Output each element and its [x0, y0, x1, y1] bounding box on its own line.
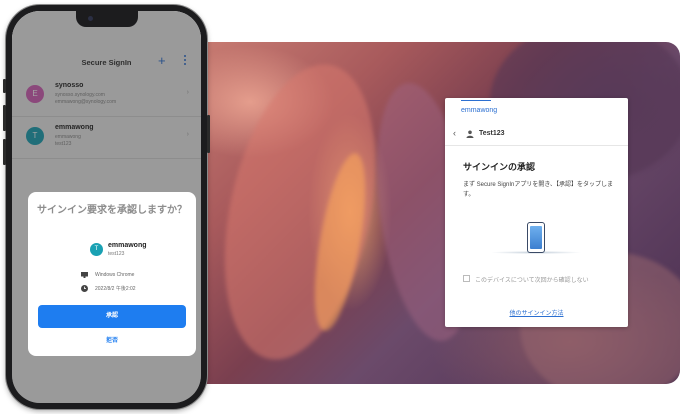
divider [445, 145, 628, 146]
account-link[interactable]: emmawong [461, 107, 497, 114]
phone-device: Secure SignIn + E synosso synosso.synolo… [3, 5, 210, 409]
phone-illustration-icon [527, 222, 545, 253]
other-signin-methods-link[interactable]: 他のサインイン方法 [445, 308, 628, 317]
approve-button[interactable]: 承認 [38, 305, 186, 328]
request-userid: test123 [108, 251, 125, 257]
power-button [207, 115, 210, 153]
volume-up-button [3, 105, 6, 131]
user-name: Test123 [479, 130, 505, 137]
volume-down-button [3, 139, 6, 165]
mute-switch [3, 79, 6, 93]
phone-screen: Secure SignIn + E synosso synosso.synolo… [12, 11, 201, 403]
clock-icon [81, 285, 88, 292]
deny-button[interactable]: 拒否 [28, 335, 196, 344]
remember-device-checkbox[interactable] [463, 275, 470, 282]
person-icon [466, 130, 474, 138]
monitor-icon [81, 272, 88, 278]
request-time: 2022/8/2 午後2:02 [95, 286, 136, 292]
dialog-question: サインイン要求を承認しますか？ [37, 205, 187, 216]
card-title: サインインの承認 [463, 162, 536, 172]
request-device: Windows Chrome [95, 272, 135, 278]
signin-approval-card: emmawong ‹ Test123 サインインの承認 まず Secure Si… [445, 98, 628, 327]
remember-device-label: このデバイスについて次回から確認しない [475, 278, 589, 284]
approval-dialog: サインイン要求を承認しますか？ T emmawong test123 Windo… [28, 192, 196, 356]
back-chevron-icon[interactable]: ‹ [453, 128, 456, 138]
avatar: T [90, 243, 103, 256]
notch [76, 11, 138, 27]
request-username: emmawong [108, 242, 147, 249]
card-description: まず Secure SignInアプリを開き、【承認】をタップします。 [463, 182, 613, 198]
header-accent-line [461, 100, 491, 101]
